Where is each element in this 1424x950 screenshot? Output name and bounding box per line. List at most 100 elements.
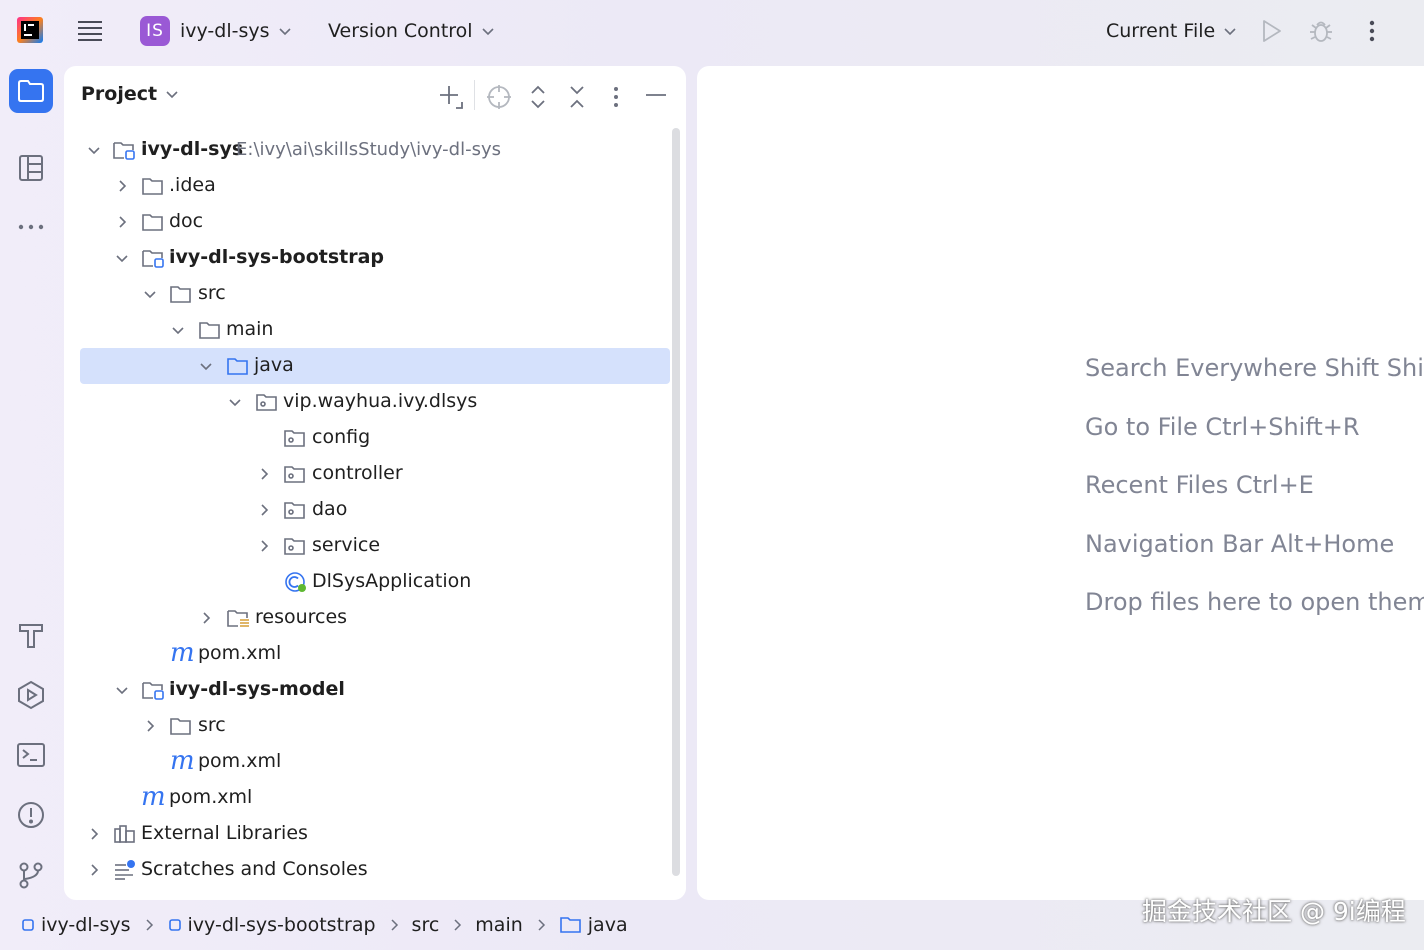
- folder-icon: [170, 286, 191, 303]
- more-horizontal-icon: [18, 224, 44, 230]
- hint-navigation-bar: Navigation Bar Alt+Home: [1085, 530, 1395, 558]
- chevron-right-icon: [451, 918, 463, 932]
- intellij-logo-icon[interactable]: [16, 16, 44, 44]
- tree-node-model-pom[interactable]: m pom.xml: [80, 744, 670, 780]
- source-folder-icon: [227, 358, 248, 375]
- tree-scrollbar[interactable]: [672, 128, 680, 876]
- panel-options-button[interactable]: [604, 84, 628, 110]
- chevron-down-icon: [482, 28, 494, 36]
- more-vertical-icon: [614, 87, 618, 107]
- chevron-right-icon: [119, 180, 127, 192]
- tree-node-idea[interactable]: .idea: [80, 168, 670, 204]
- run-configuration-selector[interactable]: Current File: [1106, 16, 1237, 46]
- spring-boot-class-icon: [285, 572, 306, 592]
- project-tool-button[interactable]: [9, 69, 53, 113]
- chevron-right-icon: [261, 504, 269, 516]
- module-folder-icon: [142, 682, 164, 700]
- tree-node-package-root[interactable]: vip.wayhua.ivy.dlsys: [80, 384, 670, 420]
- run-button[interactable]: [1258, 18, 1284, 44]
- tree-node-main[interactable]: main: [80, 312, 670, 348]
- maven-icon: m: [170, 638, 195, 668]
- chevron-down-icon: [166, 91, 178, 99]
- folder-icon: [142, 214, 163, 231]
- tool-window-strip: [0, 64, 62, 900]
- maven-icon: m: [170, 746, 195, 776]
- tree-node-resources[interactable]: resources: [80, 600, 670, 636]
- expand-all-button[interactable]: [526, 84, 550, 110]
- hide-panel-button[interactable]: [644, 84, 668, 110]
- tree-node-application-class[interactable]: DlSysApplication: [80, 564, 670, 600]
- package-icon: [284, 502, 305, 519]
- editor-empty-state: Search Everywhere Shift Shift Go to File…: [697, 66, 1424, 900]
- chevron-right-icon: [143, 918, 155, 932]
- tree-node-root-module[interactable]: ivy-dl-sys E:\ivy\ai\skillsStudy\ivy-dl-…: [80, 132, 670, 168]
- services-icon: [18, 680, 44, 710]
- tree-node-model-module[interactable]: ivy-dl-sys-model: [80, 672, 670, 708]
- breadcrumb-item-main[interactable]: main: [475, 914, 522, 936]
- project-tool-window: Project ivy-dl-sys E:\ivy\ai\skillsStudy…: [64, 66, 686, 900]
- tree-node-scratches[interactable]: Scratches and Consoles: [80, 852, 670, 888]
- tree-label: DlSysApplication: [312, 570, 472, 592]
- tree-label: resources: [255, 606, 348, 628]
- breadcrumb-label: ivy-dl-sys-bootstrap: [187, 914, 376, 936]
- more-actions-button[interactable]: [1360, 18, 1384, 44]
- tree-label: service: [312, 534, 381, 556]
- folder-icon: [142, 178, 163, 195]
- version-control-menu[interactable]: Version Control: [328, 16, 495, 46]
- package-icon: [284, 466, 305, 483]
- new-file-button[interactable]: [438, 84, 464, 110]
- tree-node-controller[interactable]: controller: [80, 456, 670, 492]
- breadcrumb: ivy-dl-sys ivy-dl-sys-bootstrap src main…: [20, 914, 628, 936]
- breadcrumb-item-bootstrap[interactable]: ivy-dl-sys-bootstrap: [167, 914, 376, 936]
- breadcrumb-label: src: [411, 914, 440, 936]
- tree-node-dao[interactable]: dao: [80, 492, 670, 528]
- tree-node-model-src[interactable]: src: [80, 708, 670, 744]
- chevron-down-icon: [144, 291, 156, 299]
- chevron-down-icon: [229, 399, 241, 407]
- source-folder-icon: [559, 917, 581, 933]
- more-vertical-icon: [1369, 20, 1375, 42]
- project-switcher[interactable]: IS ivy-dl-sys: [140, 16, 292, 46]
- header-divider: [474, 80, 475, 110]
- tree-node-doc[interactable]: doc: [80, 204, 670, 240]
- git-tool-button[interactable]: [9, 853, 53, 897]
- tree-label: pom.xml: [169, 786, 253, 808]
- collapse-all-button[interactable]: [565, 84, 589, 110]
- tree-node-java[interactable]: java: [80, 348, 670, 384]
- chevron-right-icon: [119, 216, 127, 228]
- main-menu-icon[interactable]: [76, 16, 104, 44]
- tree-node-service[interactable]: service: [80, 528, 670, 564]
- terminal-tool-button[interactable]: [9, 733, 53, 777]
- breadcrumb-item-src[interactable]: src: [412, 914, 440, 936]
- tree-node-bootstrap-pom[interactable]: m pom.xml: [80, 636, 670, 672]
- tree-node-bootstrap-module[interactable]: ivy-dl-sys-bootstrap: [80, 240, 670, 276]
- breadcrumb-item-root[interactable]: ivy-dl-sys: [20, 914, 131, 936]
- project-badge: IS: [140, 16, 170, 46]
- title-bar: IS ivy-dl-sys Version Control Current Fi…: [0, 0, 1424, 64]
- tree-label: .idea: [169, 174, 216, 196]
- tree-label: dao: [312, 498, 348, 520]
- problems-tool-button[interactable]: [9, 793, 53, 837]
- build-tool-button[interactable]: [9, 613, 53, 657]
- tree-node-src[interactable]: src: [80, 276, 670, 312]
- chevron-down-icon: [116, 255, 128, 263]
- tree-node-external-libraries[interactable]: External Libraries: [80, 816, 670, 852]
- more-tools-button[interactable]: [9, 205, 53, 249]
- chevron-right-icon: [261, 468, 269, 480]
- structure-tool-button[interactable]: [9, 146, 53, 190]
- breadcrumb-item-java[interactable]: java: [559, 914, 628, 936]
- tree-node-root-pom[interactable]: m pom.xml: [80, 780, 670, 816]
- tree-label: controller: [312, 462, 403, 484]
- services-tool-button[interactable]: [9, 673, 53, 717]
- debug-button[interactable]: [1308, 18, 1334, 44]
- chevron-right-icon: [535, 918, 547, 932]
- locate-file-button[interactable]: [486, 84, 512, 110]
- tree-label: java: [254, 354, 294, 376]
- tree-label: src: [198, 282, 226, 304]
- module-icon: [168, 919, 181, 931]
- play-icon: [1263, 20, 1281, 42]
- hammer-icon: [19, 624, 43, 648]
- project-view-selector[interactable]: Project: [81, 83, 179, 105]
- resources-folder-icon: [227, 610, 249, 627]
- tree-node-config[interactable]: config: [80, 420, 670, 456]
